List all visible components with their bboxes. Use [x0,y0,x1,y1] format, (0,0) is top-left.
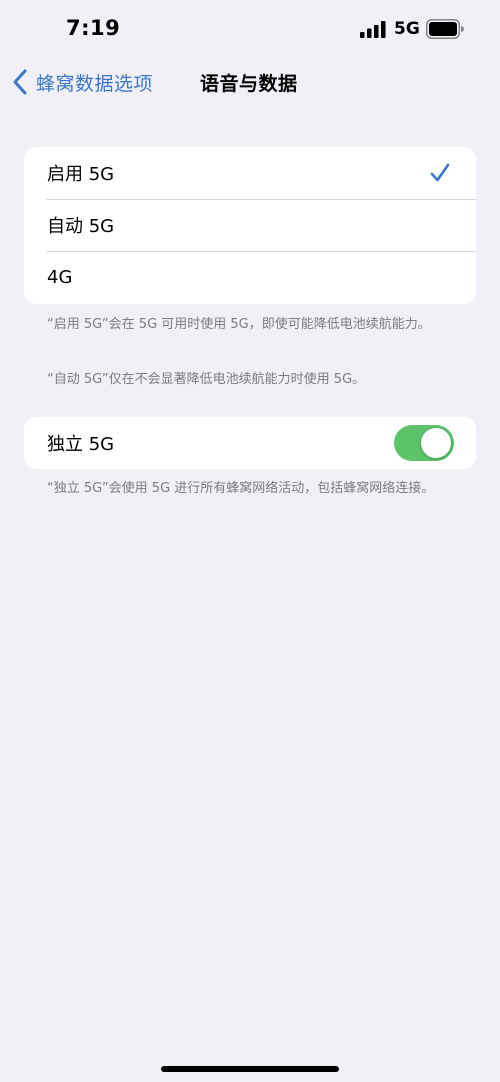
option-label: 自动 5G [47,216,115,237]
option-auto-5g[interactable]: 自动 5G [24,199,476,251]
chevron-left-icon [13,69,27,95]
network-mode-options: 启用 5G 自动 5G 4G [24,147,476,304]
page-title: 语音与数据 [200,73,298,95]
option-4g[interactable]: 4G [24,251,476,303]
status-time: 7:19 [66,16,121,40]
standalone-5g-footnote: “独立 5G”会使用 5G 进行所有蜂窝网络活动，包括蜂窝网络连接。 [47,481,435,496]
option-label: 4G [47,266,73,288]
battery-icon [426,19,464,39]
status-bar: 7:19 5G [0,0,500,60]
navigation-bar: 蜂窝数据选项 语音与数据 [0,60,500,104]
standalone-5g-group: 独立 5G [24,417,476,469]
back-button[interactable]: 蜂窝数据选项 [12,66,153,98]
enable-5g-footnote: “启用 5G”会在 5G 可用时使用 5G，即使可能降低电池续航能力。 [47,317,431,332]
cellular-signal-icon [360,21,386,38]
back-label: 蜂窝数据选项 [36,72,154,95]
network-type-label: 5G [394,19,420,39]
home-indicator[interactable] [161,1066,339,1072]
checkmark-icon [430,163,450,182]
option-label: 启用 5G [47,164,115,185]
standalone-5g-label: 独立 5G [47,434,115,455]
standalone-5g-toggle[interactable] [394,425,454,461]
option-enable-5g[interactable]: 启用 5G [24,147,476,199]
toggle-knob [421,428,451,458]
auto-5g-footnote: “自动 5G”仅在不会显著降低电池续航能力时使用 5G。 [47,372,366,387]
